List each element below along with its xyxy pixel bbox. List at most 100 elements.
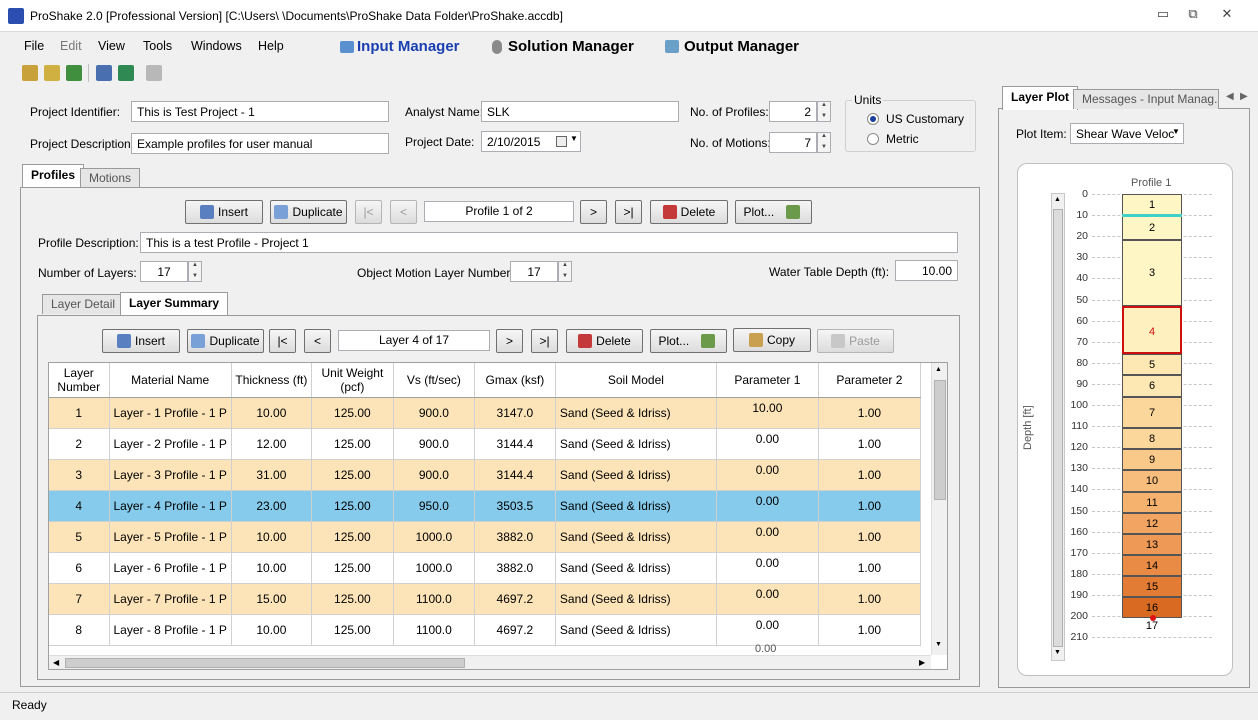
plot-layer[interactable]: 15 xyxy=(1122,575,1182,597)
column-header[interactable]: Vs (ft/sec) xyxy=(393,363,475,398)
motions-count-stepper[interactable] xyxy=(817,132,831,153)
plot-layer[interactable]: 3 xyxy=(1122,240,1182,306)
metric-radio[interactable] xyxy=(867,133,879,145)
layer-first-button[interactable]: |< xyxy=(269,329,296,353)
table-cell[interactable]: Sand (Seed & Idriss) xyxy=(555,521,717,553)
table-cell[interactable]: 4697.2 xyxy=(474,614,556,646)
menu-edit[interactable]: Edit xyxy=(60,39,82,53)
table-cell[interactable]: 1.00 xyxy=(818,552,921,584)
table-cell[interactable]: 1000.0 xyxy=(393,552,475,584)
table-cell[interactable]: Layer - 3 Profile - 1 P xyxy=(109,459,232,491)
plot-layer[interactable]: 10 xyxy=(1122,470,1182,492)
output-manager-button[interactable]: Output Manager xyxy=(684,38,799,55)
layer-prev-button[interactable]: < xyxy=(304,329,331,353)
table-cell[interactable]: Layer - 2 Profile - 1 P xyxy=(109,428,232,460)
table-cell[interactable]: Sand (Seed & Idriss) xyxy=(555,397,717,429)
table-cell[interactable]: 1.00 xyxy=(818,459,921,491)
table-row[interactable]: 2 Layer - 2 Profile - 1 P 12.00 125.00 900.0… xyxy=(49,428,921,460)
plot-layer[interactable]: 7 xyxy=(1122,396,1182,429)
table-cell[interactable]: 0.00 xyxy=(716,521,819,553)
tab-scroll-right-icon[interactable]: ▶ xyxy=(1240,91,1248,102)
column-header[interactable]: Layer Number xyxy=(49,363,110,398)
table-cell[interactable]: 3144.4 xyxy=(474,459,556,491)
plot-layer[interactable]: 11 xyxy=(1122,491,1182,513)
tab-motions[interactable]: Motions xyxy=(80,168,141,188)
scroll-right-icon[interactable]: ▶ xyxy=(919,658,925,667)
layer-duplicate-button[interactable]: Duplicate xyxy=(187,329,264,353)
table-cell[interactable]: 12.00 xyxy=(231,428,312,460)
motions-count-input[interactable]: 7 xyxy=(769,132,817,153)
table-row[interactable]: 6 Layer - 6 Profile - 1 P 10.00 125.00 1000.… xyxy=(49,552,921,584)
table-cell[interactable]: 1.00 xyxy=(818,614,921,646)
profile-duplicate-button[interactable]: Duplicate xyxy=(270,200,347,224)
project-date-input[interactable]: 2/10/2015 ▼ xyxy=(481,131,581,152)
table-cell[interactable]: 125.00 xyxy=(311,459,394,491)
table-cell[interactable]: 2 xyxy=(49,428,110,460)
table-cell[interactable]: 10.00 xyxy=(231,552,312,584)
column-header[interactable]: Parameter 1 xyxy=(716,363,819,398)
profile-last-button[interactable]: >| xyxy=(615,200,642,224)
profile-plot-button[interactable]: Plot... xyxy=(735,200,812,224)
table-cell[interactable]: 10.00 xyxy=(716,397,819,429)
layer-copy-button[interactable]: Copy xyxy=(733,328,811,352)
table-cell[interactable]: 125.00 xyxy=(311,490,394,522)
tab-profiles[interactable]: Profiles xyxy=(22,164,85,188)
profile-description-input[interactable]: This is a test Profile - Project 1 xyxy=(140,232,958,253)
profile-insert-button[interactable]: Insert xyxy=(185,200,263,224)
column-header[interactable]: Gmax (ksf) xyxy=(474,363,556,398)
project-description-input[interactable]: Example profiles for user manual xyxy=(131,133,389,154)
profiles-count-stepper[interactable] xyxy=(817,101,831,122)
open-icon[interactable] xyxy=(22,65,38,81)
column-header[interactable]: Parameter 2 xyxy=(818,363,921,398)
table-cell[interactable]: 4 xyxy=(49,490,110,522)
vertical-scroll-thumb[interactable] xyxy=(934,380,946,500)
excel-icon[interactable] xyxy=(118,65,134,81)
table-cell[interactable]: 0.00 xyxy=(716,614,819,646)
plot-layer[interactable]: 6 xyxy=(1122,375,1182,397)
tab-layer-summary[interactable]: Layer Summary xyxy=(120,292,229,316)
menu-view[interactable]: View xyxy=(98,39,125,53)
profile-next-button[interactable]: > xyxy=(580,200,607,224)
horizontal-scroll-thumb[interactable] xyxy=(65,658,465,668)
table-cell[interactable]: 7 xyxy=(49,583,110,615)
plot-layer[interactable]: 12 xyxy=(1122,512,1182,534)
table-cell[interactable]: 10.00 xyxy=(231,614,312,646)
layer-last-button[interactable]: >| xyxy=(531,329,558,353)
water-table-input[interactable]: 10.00 xyxy=(895,260,958,281)
layer-delete-button[interactable]: Delete xyxy=(566,329,643,353)
menu-windows[interactable]: Windows xyxy=(191,39,242,53)
table-cell[interactable]: 10.00 xyxy=(231,521,312,553)
table-cell[interactable]: 1.00 xyxy=(818,583,921,615)
table-cell[interactable]: 900.0 xyxy=(393,459,475,491)
plot-layer[interactable]: 5 xyxy=(1122,354,1182,376)
table-cell[interactable]: 1.00 xyxy=(818,428,921,460)
column-header[interactable]: Material Name xyxy=(109,363,232,398)
table-cell[interactable]: 3144.4 xyxy=(474,428,556,460)
plot-layer[interactable]: 2 xyxy=(1122,215,1182,241)
table-cell[interactable]: 1.00 xyxy=(818,490,921,522)
table-cell[interactable]: 1.00 xyxy=(818,397,921,429)
report-icon[interactable] xyxy=(96,65,112,81)
table-cell[interactable]: Layer - 8 Profile - 1 P xyxy=(109,614,232,646)
settings-icon[interactable] xyxy=(146,65,162,81)
table-cell[interactable]: 23.00 xyxy=(231,490,312,522)
layers-count-stepper[interactable] xyxy=(188,261,202,282)
solution-manager-button[interactable]: Solution Manager xyxy=(508,38,634,55)
analyst-name-input[interactable]: SLK xyxy=(481,101,679,122)
table-cell[interactable]: Layer - 1 Profile - 1 P xyxy=(109,397,232,429)
save-icon[interactable] xyxy=(66,65,82,81)
object-motion-stepper[interactable] xyxy=(558,261,572,282)
column-header[interactable]: Thickness (ft) xyxy=(231,363,312,398)
tab-scroll-left-icon[interactable]: ◀ xyxy=(1226,91,1234,102)
plot-item-select[interactable]: Shear Wave Veloc ▼ xyxy=(1070,123,1184,144)
table-cell[interactable]: 125.00 xyxy=(311,552,394,584)
us-customary-radio[interactable] xyxy=(867,113,879,125)
plot-layer[interactable]: 9 xyxy=(1122,449,1182,471)
menu-help[interactable]: Help xyxy=(258,39,284,53)
table-cell[interactable]: 5 xyxy=(49,521,110,553)
input-manager-button[interactable]: Input Manager xyxy=(357,38,460,55)
vertical-scrollbar[interactable]: ▲ ▼ xyxy=(931,363,947,655)
plot-layer[interactable]: 13 xyxy=(1122,533,1182,555)
open-folder-icon[interactable] xyxy=(44,65,60,81)
layer-paste-button[interactable]: Paste xyxy=(817,329,894,353)
